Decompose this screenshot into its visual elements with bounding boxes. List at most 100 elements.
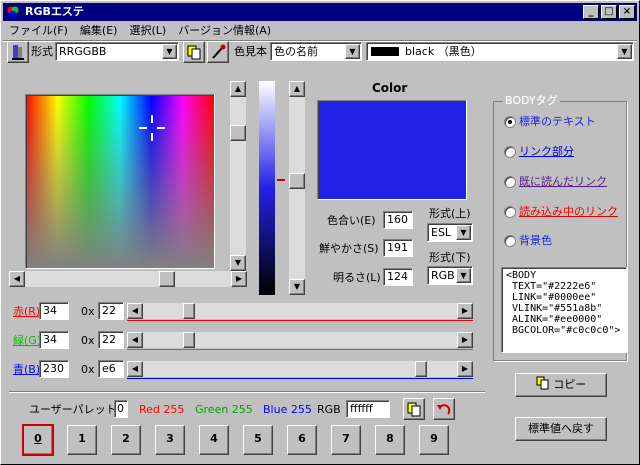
blue-hex-input[interactable]: e6 (98, 360, 124, 378)
palette-rgb-label: RGB (317, 403, 341, 416)
blue-slider[interactable]: ◀ ▶ (127, 361, 473, 377)
red-slider-thumb[interactable] (183, 303, 195, 319)
scroll-down-arrow-icon[interactable]: ▼ (230, 255, 246, 271)
scroll-right-arrow-icon[interactable]: ▶ (457, 303, 473, 319)
palette-copy-button[interactable] (403, 398, 425, 420)
color-name-value: black （黒色） (405, 45, 482, 58)
hue-label: 色合い(E) (327, 214, 376, 227)
menu-file[interactable]: ファイル(F) (3, 22, 74, 40)
palette-slot-5[interactable]: 5 (243, 425, 273, 455)
palette-slot-1[interactable]: 1 (67, 425, 97, 455)
color-spectrum[interactable] (25, 94, 215, 269)
palette-slot-3[interactable]: 3 (155, 425, 185, 455)
chevron-down-icon[interactable]: ▼ (456, 268, 471, 283)
maximize-button[interactable]: □ (601, 5, 617, 19)
spectrum-vertical-scrollbar[interactable]: ▲ ▼ (230, 81, 246, 271)
copy-icon (536, 376, 549, 390)
scroll-down-arrow-icon[interactable]: ▼ (289, 279, 305, 295)
body-tag-code[interactable]: <BODY TEXT="#2222e6" LINK="#0000ee" VLIN… (501, 267, 627, 353)
green-slider-thumb[interactable] (183, 332, 195, 348)
scroll-right-arrow-icon[interactable]: ▶ (231, 271, 247, 287)
chevron-down-icon[interactable]: ▼ (617, 44, 632, 59)
palette-index-input[interactable]: 0 (114, 400, 128, 418)
radio-link[interactable] (504, 146, 516, 158)
green-hex-input[interactable]: 22 (98, 331, 124, 349)
radio-standard-text[interactable] (504, 116, 516, 128)
radio-background[interactable] (504, 235, 516, 247)
app-icon (7, 6, 19, 18)
format-top-select[interactable]: ESL ▼ (427, 223, 473, 242)
format-top-value: ESL (431, 226, 452, 239)
green-slider[interactable]: ◀ ▶ (127, 332, 473, 348)
blue-underline (127, 378, 473, 379)
luminance-scrollbar[interactable]: ▲ ▼ (289, 81, 305, 295)
scroll-thumb[interactable] (159, 271, 175, 287)
palette-slot-6[interactable]: 6 (287, 425, 317, 455)
format-select[interactable]: RRGGBB ▼ (55, 42, 179, 61)
radio-background-label[interactable]: 背景色 (519, 234, 552, 248)
format-top-label: 形式(上) (429, 207, 471, 220)
scroll-left-arrow-icon[interactable]: ◀ (127, 332, 143, 348)
chevron-down-icon[interactable]: ▼ (456, 225, 471, 240)
format-tool-button[interactable] (7, 41, 29, 63)
spectrum-horizontal-scrollbar[interactable]: ◀ ▶ (9, 271, 247, 287)
palette-undo-button[interactable] (433, 398, 455, 420)
copy-button[interactable]: コピー (515, 373, 607, 397)
radio-visited-link[interactable] (504, 176, 516, 188)
radio-link-label[interactable]: リンク部分 (519, 145, 574, 159)
blue-input[interactable]: 230 (39, 360, 69, 378)
title-bar: RGBエステ _ □ × (3, 3, 637, 21)
green-input[interactable]: 34 (39, 331, 69, 349)
radio-standard-text-label[interactable]: 標準のテキスト (519, 115, 596, 129)
format-label: 形式 (31, 45, 53, 58)
scroll-right-arrow-icon[interactable]: ▶ (457, 361, 473, 377)
blue-slider-thumb[interactable] (415, 361, 427, 377)
hue-input[interactable]: 160 (383, 211, 413, 229)
palette-slot-9[interactable]: 9 (419, 425, 449, 455)
scroll-left-arrow-icon[interactable]: ◀ (127, 361, 143, 377)
lightness-input[interactable]: 124 (383, 268, 413, 286)
scroll-thumb[interactable] (289, 173, 305, 189)
red-input[interactable]: 34 (39, 302, 69, 320)
palette-slot-4[interactable]: 4 (199, 425, 229, 455)
scroll-right-arrow-icon[interactable]: ▶ (457, 332, 473, 348)
green-underline (127, 349, 473, 350)
copy-icon (187, 45, 201, 60)
menu-edit[interactable]: 編集(E) (74, 22, 124, 40)
menu-about[interactable]: バージョン情報(A) (172, 22, 277, 40)
palette-slot-2[interactable]: 2 (111, 425, 141, 455)
reset-defaults-button[interactable]: 標準値へ戻す (515, 417, 607, 441)
format-bottom-label: 形式(下) (429, 251, 471, 264)
scroll-up-arrow-icon[interactable]: ▲ (289, 81, 305, 97)
chevron-down-icon[interactable]: ▼ (345, 44, 360, 59)
close-button[interactable]: × (619, 5, 635, 19)
radio-active-link-label[interactable]: 読み込み中のリンク (519, 205, 618, 219)
palette-slot-8[interactable]: 8 (375, 425, 405, 455)
scroll-up-arrow-icon[interactable]: ▲ (230, 81, 246, 97)
palette-red-text: Red 255 (139, 403, 185, 416)
scroll-left-arrow-icon[interactable]: ◀ (127, 303, 143, 319)
palette-rgb-input[interactable]: ffffff (346, 400, 390, 418)
minimize-button[interactable]: _ (583, 5, 599, 19)
scroll-thumb[interactable] (230, 125, 246, 141)
radio-active-link[interactable] (504, 206, 516, 218)
luminance-bar[interactable] (259, 81, 275, 295)
palette-slot-7[interactable]: 7 (331, 425, 361, 455)
color-name-select[interactable]: black （黒色） ▼ (366, 42, 634, 61)
color-preview (317, 100, 467, 200)
radio-visited-link-label[interactable]: 既に読んだリンク (519, 175, 607, 189)
sample-select[interactable]: 色の名前 ▼ (270, 42, 362, 61)
chevron-down-icon[interactable]: ▼ (162, 44, 177, 59)
menu-select[interactable]: 選択(L) (123, 22, 172, 40)
palette-slot-0[interactable]: 0 (22, 424, 54, 456)
red-hex-input[interactable]: 22 (98, 302, 124, 320)
saturation-input[interactable]: 191 (383, 239, 413, 257)
copy-tool-button[interactable] (183, 41, 205, 63)
body-tag-group-label: BODYタグ (503, 94, 560, 107)
eyedropper-tool-button[interactable] (207, 41, 229, 63)
format-bottom-select[interactable]: RGB ▼ (427, 266, 473, 285)
scroll-left-arrow-icon[interactable]: ◀ (9, 271, 25, 287)
undo-icon (437, 404, 451, 415)
sample-select-value: 色の名前 (274, 45, 318, 58)
red-slider[interactable]: ◀ ▶ (127, 303, 473, 319)
